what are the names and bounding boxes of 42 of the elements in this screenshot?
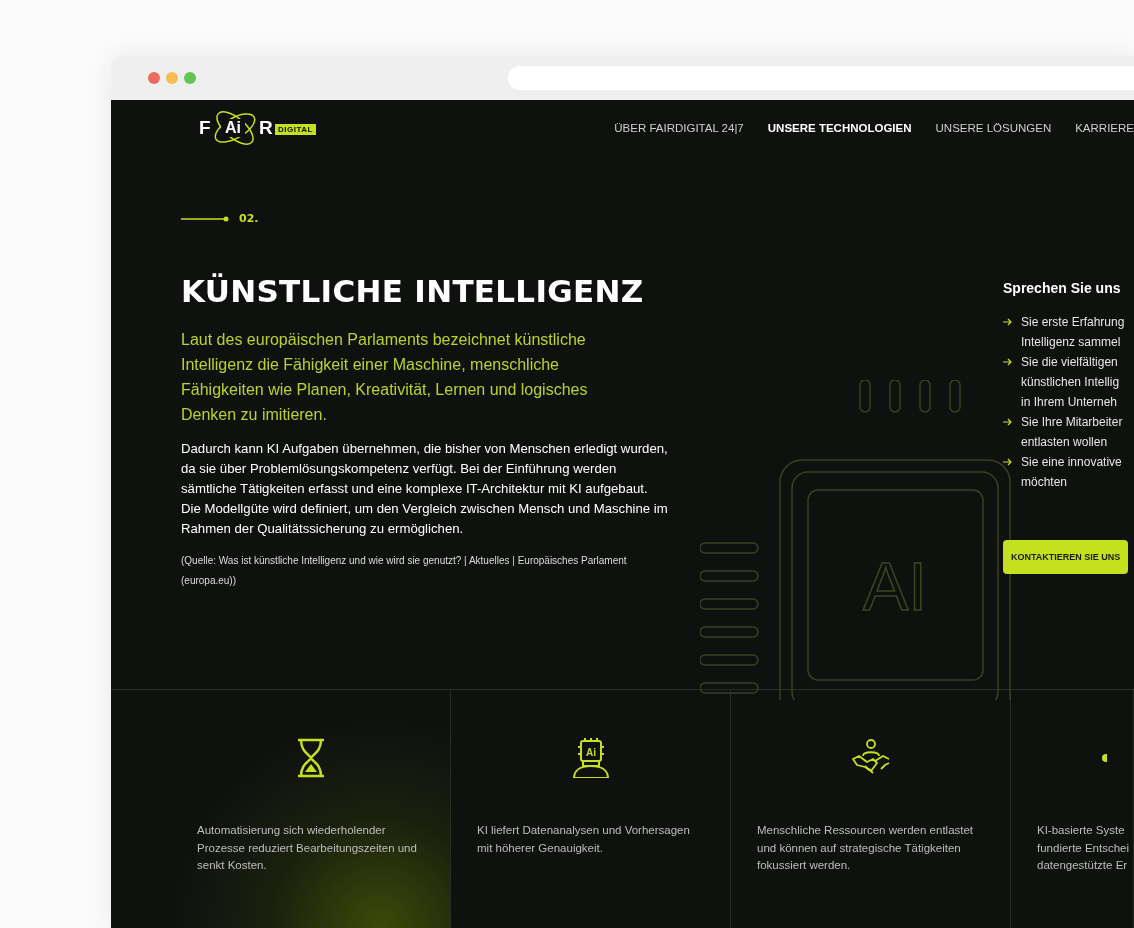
card-text: und können auf strategische Tätigkeiten — [757, 840, 962, 856]
card-text: KI liefert Datenanalysen und Vorhersagen — [477, 823, 690, 838]
card-text: fokussiert werden. — [757, 858, 852, 873]
card-text: Menschliche Ressourcen werden entlastet — [757, 823, 974, 838]
list-text: entlasten wollen — [1021, 434, 1109, 451]
list-text: Intelligenz sammel — [1021, 334, 1122, 351]
nav-link[interactable]: UNSERE TECHNOLOGIEN — [767, 122, 912, 134]
card-text: senkt Kosten. — [197, 858, 268, 873]
card-text: Automatisierung sich wiederholender — [197, 823, 387, 838]
maximize-dot-icon[interactable] — [184, 72, 196, 84]
logo[interactable]: F Ai R DIGITAL — [199, 107, 316, 149]
nav-link[interactable]: UNSERE LÖSUNGEN — [935, 122, 1052, 134]
page-title: KÜNSTLICHE INTELLIGENZ — [181, 273, 645, 309]
list-text: möchten — [1021, 474, 1069, 491]
card-text: KI-basierte Syste — [1037, 823, 1126, 838]
close-dot-icon[interactable] — [148, 72, 160, 84]
list-text: in Ihrem Unterneh — [1021, 394, 1119, 411]
line-dot-icon — [181, 215, 229, 222]
section-number: 02. — [239, 212, 259, 225]
arrow-icon — [1003, 318, 1013, 326]
card-text: mit höherer Genauigkeit. — [477, 840, 604, 856]
minimize-dot-icon[interactable] — [166, 72, 178, 84]
lead-paragraph: Laut des europäischen Parlaments bezeichnet künstliche Intelligenz die Fähigkeit einer Maschine, menschliche Fähigkeiten wie Planen, Kreativität, Lernen und logisches Denken zu imitieren. — [181, 330, 589, 425]
icon-fragment — [1101, 753, 1107, 763]
body-paragraph: Dadurch kann KI Aufgaben übernehmen, die bisher von Menschen erledigt wurden, da sie über Problemlösungskompetenz verfügt. Bei der Einführung werden sämtliche Tätigkeiten erfasst und eine komplexe IT-Architektur mit KI aufgebaut. Die Modellgüte wird definiert, um den Vergleich zwischen Mensch und Maschine im Rahmen der Qualitätssicherung zu ermöglichen. — [181, 440, 669, 538]
list-text: künstlichen Intellig — [1021, 374, 1120, 391]
list-text: Sie Ihre Mitarbeiter — [1021, 414, 1123, 431]
arrow-icon — [1003, 418, 1013, 426]
list-text: Sie eine innovative — [1021, 454, 1122, 471]
card-text: Prozesse reduziert Bearbeitungszeiten und — [197, 840, 417, 856]
arrow-icon — [1003, 358, 1013, 366]
arrow-icon — [1003, 458, 1013, 466]
contact-heading: Sprechen Sie uns — [1003, 280, 1122, 296]
list-text: Sie erste Erfahrung — [1021, 314, 1125, 331]
contact-button[interactable]: KONTAKTIEREN SIE UNS — [1003, 540, 1129, 574]
hourglass-icon — [296, 738, 325, 778]
card-text: fundierte Entschei — [1037, 840, 1130, 856]
card-text: datengestützte Er — [1037, 858, 1129, 873]
nav-link[interactable]: KARRIERE — [1075, 122, 1134, 134]
nav-link[interactable]: ÜBER FAIRDIGITAL 24|7 — [614, 122, 744, 134]
source-note: (Quelle: Was ist künstliche Intelligenz und wie wird sie genutzt? | Aktuelles | Europäisches Parlament (europa.eu)) — [181, 554, 628, 588]
list-text: Sie die vielfältigen — [1021, 354, 1119, 371]
